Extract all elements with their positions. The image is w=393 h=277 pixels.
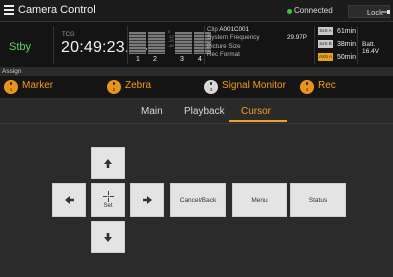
- cursor-right-button[interactable]: [130, 183, 164, 217]
- media-slot-b: SxS B 38min: [318, 40, 356, 48]
- axs-a-media-icon: AXS A: [318, 53, 333, 61]
- timecode-label: TCG: [62, 32, 75, 38]
- media-slot-a: SxS A 61min: [318, 27, 356, 35]
- media-slot-axs: AXS A 50min: [318, 53, 356, 61]
- media-remaining: 50min: [337, 53, 357, 61]
- tab-cursor[interactable]: Cursor: [241, 106, 271, 117]
- divider: [357, 26, 358, 64]
- media-remaining: 38min: [337, 40, 357, 48]
- divider: [204, 26, 205, 64]
- picture-size-label: Picture Size: [207, 42, 241, 50]
- cursor-left-button[interactable]: [52, 183, 86, 217]
- audio-meter-ch2: [148, 32, 165, 54]
- recording-state: Stby: [9, 41, 32, 53]
- assign-2-icon: 2: [107, 80, 121, 94]
- audio-level-meters: 0 -12 -20 -40 1 2 3 4: [129, 27, 211, 63]
- set-label: Set: [103, 203, 113, 209]
- audio-meter-ch1: [129, 32, 146, 54]
- sxs-b-media-icon: SxS B: [318, 40, 333, 48]
- arrow-down-icon: [104, 232, 112, 242]
- channel-number: 3: [180, 56, 184, 63]
- channel-number: 2: [153, 56, 157, 63]
- connection-status-icon: [287, 9, 292, 14]
- cursor-set-button[interactable]: Set: [91, 183, 125, 217]
- assign-2-label: Zebra: [125, 80, 152, 91]
- lock-button[interactable]: Lock: [348, 5, 390, 18]
- app-title: Camera Control: [18, 4, 96, 16]
- assign-label: Assign: [2, 68, 22, 75]
- arrow-up-icon: [104, 158, 112, 168]
- channel-number: 4: [198, 56, 202, 63]
- crosshair-icon: [102, 191, 114, 202]
- system-frequency-value: 29.97P: [287, 34, 307, 41]
- audio-meter-scale: 0 -12 -20 -40: [168, 29, 174, 48]
- battery-voltage: Batt. 16.4V: [362, 41, 379, 55]
- clip-info: Clip A001C001 System Frequency Picture S…: [207, 26, 260, 60]
- assign-1-icon: 1: [4, 80, 18, 94]
- divider: [53, 26, 54, 64]
- cursor-down-button[interactable]: [91, 221, 125, 253]
- lock-slider-icon: [382, 10, 390, 14]
- menu-button[interactable]: Menu: [232, 183, 287, 217]
- channel-number: 1: [136, 56, 140, 63]
- cursor-panel: Set Cancel/Back Menu Status: [0, 125, 393, 277]
- rec-format-label: Rec Format: [207, 51, 240, 59]
- clip-name: A001C001: [219, 26, 250, 33]
- hamburger-menu-icon[interactable]: [4, 5, 14, 15]
- divider: [314, 26, 315, 64]
- cancel-back-button[interactable]: Cancel/Back: [170, 183, 226, 217]
- assign-4-label: Rec: [318, 80, 336, 91]
- audio-meter-ch3: [175, 32, 192, 54]
- sxs-a-media-icon: SxS A: [318, 27, 333, 35]
- connection-status: Connected: [294, 6, 333, 15]
- active-tab-indicator: [229, 120, 287, 122]
- media-remaining: 61min: [337, 27, 357, 35]
- tab-bar: Main Playback Cursor: [0, 98, 393, 124]
- arrow-right-icon: [142, 196, 152, 204]
- system-frequency-label: System Frequency: [207, 34, 260, 42]
- assign-3-label: Signal Monitor: [222, 80, 286, 91]
- divider: [127, 26, 128, 64]
- lock-label: Lock: [367, 8, 383, 17]
- cursor-up-button[interactable]: [91, 147, 125, 179]
- title-bar: Camera Control Connected Lock: [0, 0, 393, 22]
- tab-main[interactable]: Main: [141, 106, 163, 117]
- tab-playback[interactable]: Playback: [184, 106, 225, 117]
- clip-label: Clip: [207, 26, 218, 33]
- assign-bar: 1 Marker 2 Zebra 3 Signal Monitor 4 Rec: [0, 76, 393, 98]
- arrow-left-icon: [64, 196, 74, 204]
- status-panel: Stby TCG 20:49:23.04 0 -12 -20 -40 1 2 3 …: [0, 22, 393, 67]
- assign-4-icon: 4: [300, 80, 314, 94]
- assign-1-label: Marker: [22, 80, 54, 91]
- status-button[interactable]: Status: [290, 183, 346, 217]
- assign-3-icon: 3: [204, 80, 218, 94]
